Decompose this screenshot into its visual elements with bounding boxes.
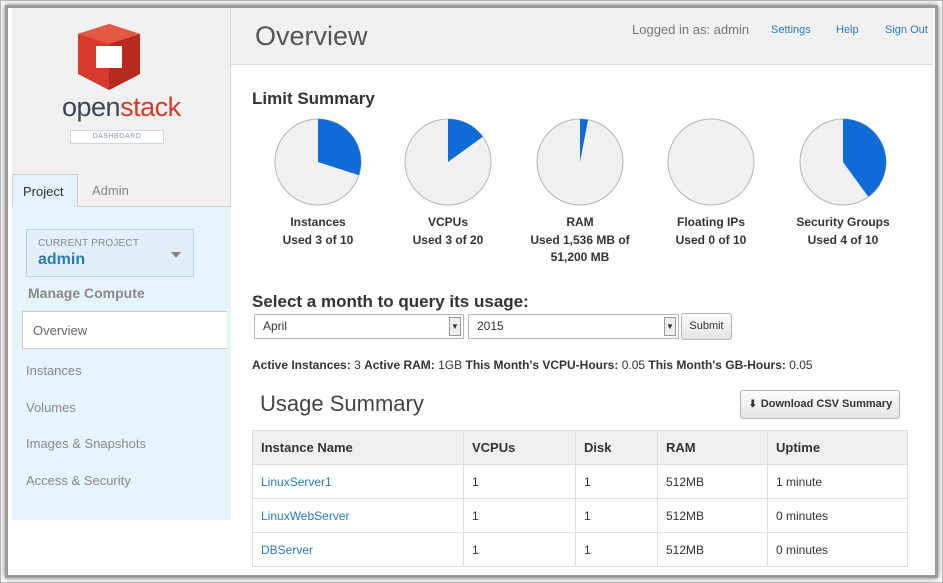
- page-title: Overview: [255, 21, 368, 51]
- openstack-logo[interactable]: openstack DASHBOARD: [62, 24, 181, 144]
- cell-vcpus: 1: [463, 498, 576, 533]
- limit-pie: Floating IPs Used 0 of 10: [646, 117, 776, 249]
- cell-vcpus: 1: [463, 464, 576, 499]
- cell-disk: 1: [575, 498, 658, 533]
- instance-link[interactable]: DBServer: [252, 532, 464, 567]
- pie-label: VCPUs: [427, 215, 468, 229]
- pie-usage-line: Used 3 of 20: [412, 233, 484, 247]
- pie-chart: [667, 118, 755, 206]
- pie-usage: Used 3 of 10: [253, 232, 383, 249]
- download-csv-button[interactable]: ⬇ Download CSV Summary: [740, 390, 900, 419]
- chevron-down-icon: ▼: [449, 317, 461, 336]
- month-query-label: Select a month to query its usage:: [252, 292, 529, 311]
- pie-usage: Used 3 of 20: [383, 232, 513, 249]
- tab-admin[interactable]: Admin: [82, 174, 139, 207]
- project-selector[interactable]: CURRENT PROJECT admin: [26, 229, 194, 277]
- pie-usage: Used 1,536 MB of 51,200 MB: [515, 232, 645, 266]
- active-ram-value: 1GB: [438, 358, 463, 372]
- cell-uptime: 1 minute: [767, 464, 908, 499]
- column-header-instance-name[interactable]: Instance Name: [252, 430, 464, 465]
- page-header: Overview Logged in as: admin Settings He…: [231, 8, 933, 65]
- gb-hours-value: 0.05: [789, 358, 813, 372]
- instance-link[interactable]: LinuxWebServer: [252, 498, 464, 533]
- pie-chart: [536, 118, 624, 206]
- sidebar-item-volumes[interactable]: Volumes: [26, 400, 76, 415]
- pie-chart: [274, 118, 362, 206]
- table-row: LinuxWebServer 1 1 512MB 0 minutes: [252, 498, 908, 533]
- usage-stats: Active Instances: 3 Active RAM: 1GB This…: [252, 358, 813, 372]
- usage-summary-heading: Usage Summary: [260, 391, 424, 416]
- help-link[interactable]: Help: [836, 24, 859, 36]
- table-header-row: Instance Name VCPUs Disk RAM Uptime: [252, 430, 908, 465]
- pie-usage-line: Used 4 of 10: [807, 233, 879, 247]
- pie-usage: Used 4 of 10: [778, 232, 908, 249]
- tab-project[interactable]: Project: [12, 174, 78, 207]
- sidebar-item-access-security[interactable]: Access & Security: [26, 473, 131, 488]
- active-ram-label: Active RAM:: [364, 358, 435, 372]
- pie-chart: [799, 118, 887, 206]
- current-project-name: admin: [38, 251, 86, 268]
- table-row: LinuxServer1 1 1 512MB 1 minute: [252, 464, 908, 499]
- manage-compute-heading: Manage Compute: [28, 285, 145, 301]
- cell-ram: 512MB: [657, 464, 768, 499]
- column-header-ram[interactable]: RAM: [657, 430, 768, 465]
- usage-table: Instance Name VCPUs Disk RAM Uptime Linu…: [252, 430, 908, 567]
- submit-button[interactable]: Submit: [681, 313, 732, 340]
- cell-uptime: 0 minutes: [767, 498, 908, 533]
- sidebar: openstack DASHBOARD Project Admin CURREN…: [12, 8, 231, 520]
- chevron-down-icon: ▼: [664, 317, 676, 336]
- vcpu-hours-label: This Month's VCPU-Hours:: [465, 358, 619, 372]
- chevron-down-icon: [171, 252, 181, 258]
- column-header-disk[interactable]: Disk: [575, 430, 658, 465]
- pie-label: Floating IPs: [676, 215, 745, 229]
- download-icon: ⬇: [748, 399, 757, 410]
- sidebar-item-instances[interactable]: Instances: [26, 363, 82, 378]
- cell-disk: 1: [575, 532, 658, 567]
- table-row: DBServer 1 1 512MB 0 minutes: [252, 532, 908, 567]
- gb-hours-label: This Month's GB-Hours:: [648, 358, 786, 372]
- limit-pie: Security Groups Used 4 of 10: [778, 117, 908, 249]
- sidebar-item-images-snapshots[interactable]: Images & Snapshots: [26, 436, 146, 451]
- active-instances-label: Active Instances:: [252, 358, 351, 372]
- sidebar-item-overview[interactable]: Overview: [22, 311, 227, 349]
- pie-usage-line: Used 1,536 MB of: [530, 233, 630, 247]
- pie-label: Security Groups: [796, 215, 890, 229]
- pie-usage-line: 51,200 MB: [550, 250, 610, 264]
- sign-out-link[interactable]: Sign Out: [885, 24, 928, 36]
- column-header-vcpus[interactable]: VCPUs: [463, 430, 576, 465]
- cell-ram: 512MB: [657, 498, 768, 533]
- month-select[interactable]: April ▼: [254, 314, 464, 339]
- limit-pie: VCPUs Used 3 of 20: [383, 117, 513, 249]
- cell-uptime: 0 minutes: [767, 532, 908, 567]
- limit-pie: Instances Used 3 of 10: [253, 117, 383, 249]
- pie-chart: [404, 118, 492, 206]
- openstack-cube-icon: [78, 24, 140, 90]
- month-select-value: April: [263, 319, 288, 333]
- pie-usage: Used 0 of 10: [646, 232, 776, 249]
- limit-pie: RAM Used 1,536 MB of 51,200 MB: [515, 117, 645, 266]
- year-select[interactable]: 2015 ▼: [468, 314, 679, 339]
- vcpu-hours-value: 0.05: [621, 358, 646, 372]
- instance-link[interactable]: LinuxServer1: [252, 464, 464, 499]
- active-instances-value: 3: [354, 358, 361, 372]
- pie-usage-line: Used 3 of 10: [282, 233, 354, 247]
- pie-label: RAM: [566, 215, 594, 229]
- dashboard-badge: DASHBOARD: [70, 130, 164, 144]
- openstack-wordmark: openstack: [62, 92, 181, 122]
- pie-label: Instances: [290, 215, 346, 229]
- pie-usage-line: Used 0 of 10: [675, 233, 747, 247]
- current-project-caption: CURRENT PROJECT: [38, 238, 140, 249]
- settings-link[interactable]: Settings: [771, 24, 811, 36]
- limit-summary-heading: Limit Summary: [252, 89, 375, 108]
- sidebar-panel: CURRENT PROJECT admin Manage Compute Ins…: [12, 207, 231, 520]
- sidebar-tabs: Project Admin: [12, 174, 231, 207]
- cell-disk: 1: [575, 464, 658, 499]
- cell-ram: 512MB: [657, 532, 768, 567]
- column-header-uptime[interactable]: Uptime: [767, 430, 908, 465]
- logged-in-status: Logged in as: admin: [632, 22, 750, 37]
- download-csv-label: Download CSV Summary: [760, 398, 893, 410]
- year-select-value: 2015: [477, 319, 504, 333]
- pie-background: [667, 118, 755, 206]
- cell-vcpus: 1: [463, 532, 576, 567]
